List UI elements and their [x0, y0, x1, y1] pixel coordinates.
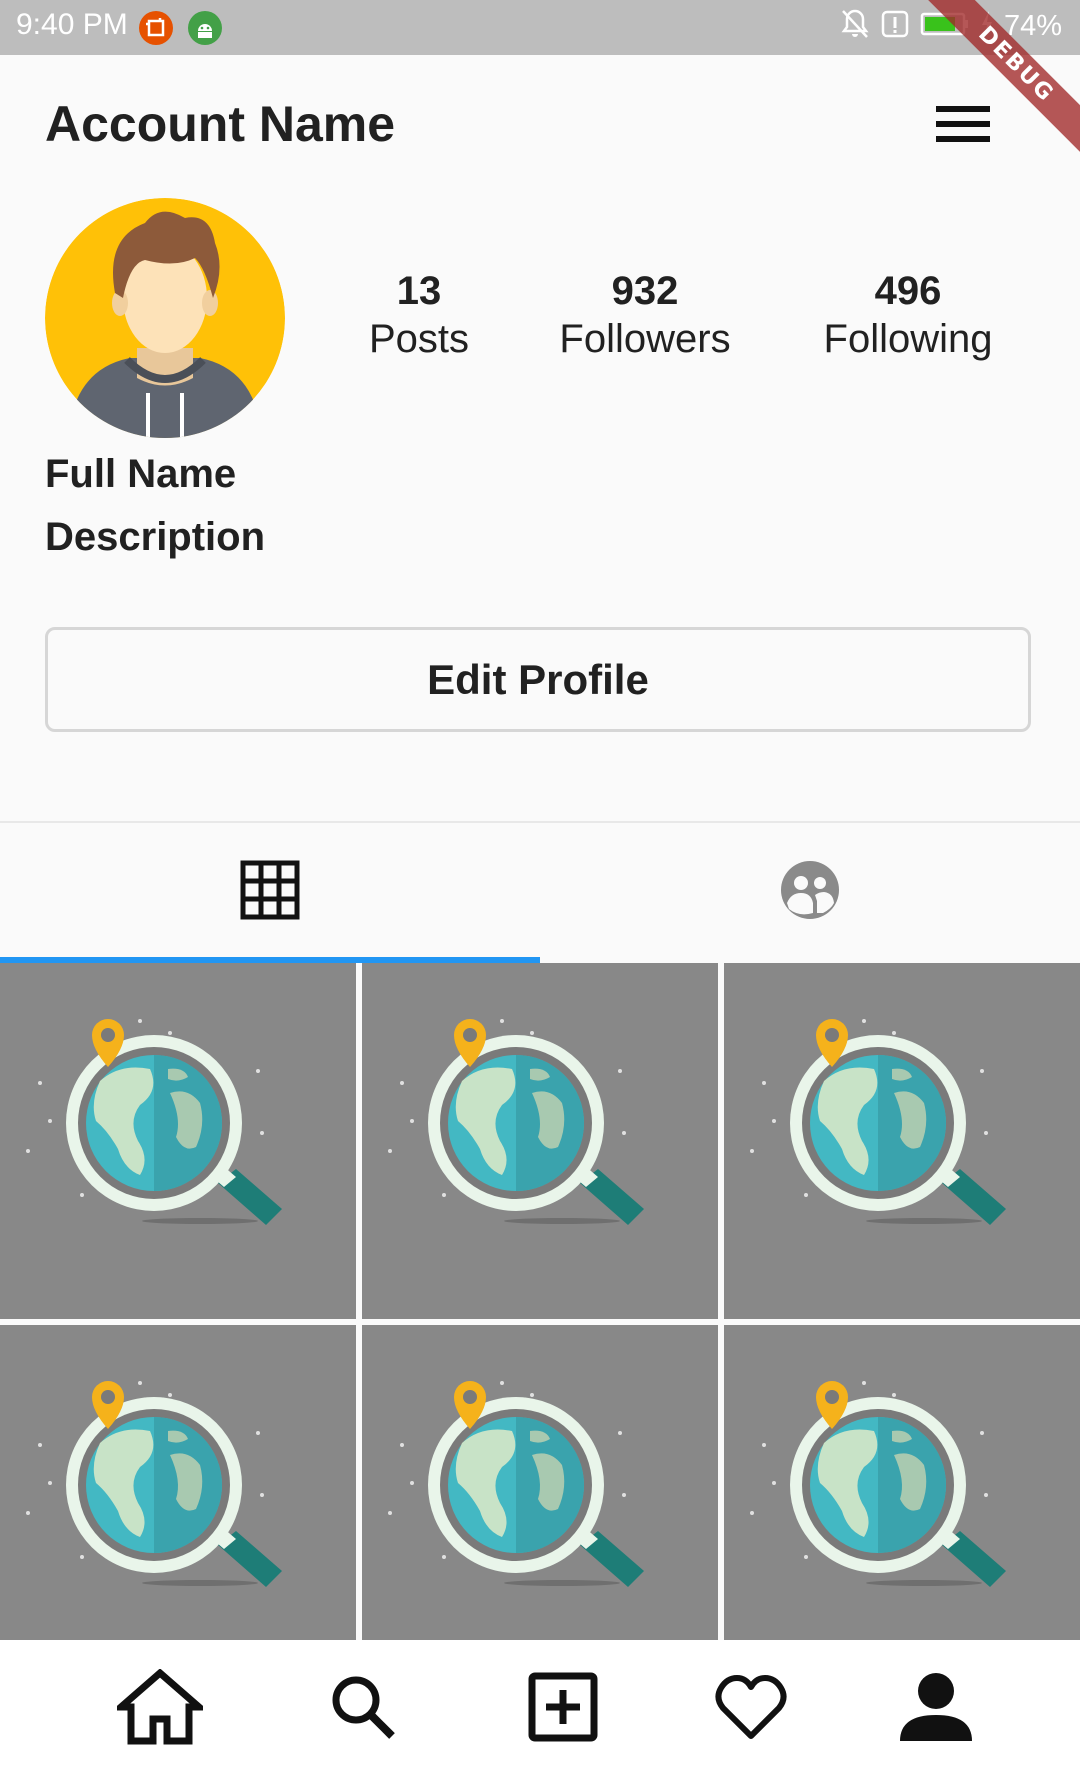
bell-off-icon [840, 8, 870, 45]
screenshot-app-icon [139, 11, 173, 45]
nav-search[interactable] [318, 1662, 408, 1752]
nav-add-post[interactable] [518, 1662, 608, 1752]
tagged-people-icon [781, 861, 839, 919]
grid-icon [240, 860, 300, 920]
grid-thumbnail[interactable] [0, 963, 356, 1319]
following-count: 496 [874, 269, 942, 313]
posts-count: 13 [396, 269, 442, 313]
globe-magnifier-illustration [388, 1019, 644, 1225]
following-label: Following [823, 317, 993, 361]
grid-thumbnail[interactable] [724, 1325, 1080, 1640]
profile-icon [900, 1673, 972, 1741]
edit-profile-button[interactable]: Edit Profile [45, 627, 1031, 732]
charging-bolt-icon [980, 10, 994, 43]
following-stat[interactable]: 496 Following [798, 268, 1018, 364]
nav-home[interactable] [115, 1662, 205, 1752]
status-bar: 9:40 PM 74% [0, 0, 1080, 55]
globe-magnifier-illustration [26, 1019, 282, 1225]
user-avatar-illustration [45, 198, 285, 438]
menu-button[interactable] [930, 100, 996, 160]
avatar[interactable] [45, 198, 285, 438]
globe-magnifier-illustration [750, 1019, 1006, 1225]
globe-magnifier-illustration [750, 1381, 1006, 1587]
heart-icon [715, 1675, 787, 1739]
battery-icon [920, 11, 970, 42]
globe-magnifier-illustration [388, 1381, 644, 1587]
home-icon [117, 1669, 203, 1745]
android-app-icon [188, 11, 222, 45]
status-time: 9:40 PM [16, 8, 128, 41]
nav-activity[interactable] [706, 1662, 796, 1752]
bottom-nav [0, 1640, 1080, 1776]
tab-posts-grid[interactable] [0, 823, 540, 957]
alert-icon [880, 8, 910, 45]
posts-grid [0, 963, 1080, 1640]
followers-count: 932 [611, 269, 679, 313]
grid-thumbnail[interactable] [724, 963, 1080, 1319]
add-post-icon [528, 1672, 598, 1742]
grid-thumbnail[interactable] [0, 1325, 356, 1640]
followers-stat[interactable]: 932 Followers [535, 268, 755, 364]
posts-label: Posts [368, 317, 470, 361]
full-name: Full Name [45, 452, 237, 496]
tab-tagged[interactable] [540, 823, 1080, 957]
globe-magnifier-illustration [26, 1381, 282, 1587]
nav-profile[interactable] [891, 1662, 981, 1752]
followers-label: Followers [559, 317, 731, 361]
posts-stat[interactable]: 13 Posts [309, 268, 529, 364]
page-title: Account Name [45, 96, 396, 152]
description: Description [45, 515, 266, 559]
grid-thumbnail[interactable] [362, 1325, 718, 1640]
grid-thumbnail[interactable] [362, 963, 718, 1319]
search-icon [332, 1676, 395, 1739]
battery-percent: 74% [1003, 9, 1062, 42]
